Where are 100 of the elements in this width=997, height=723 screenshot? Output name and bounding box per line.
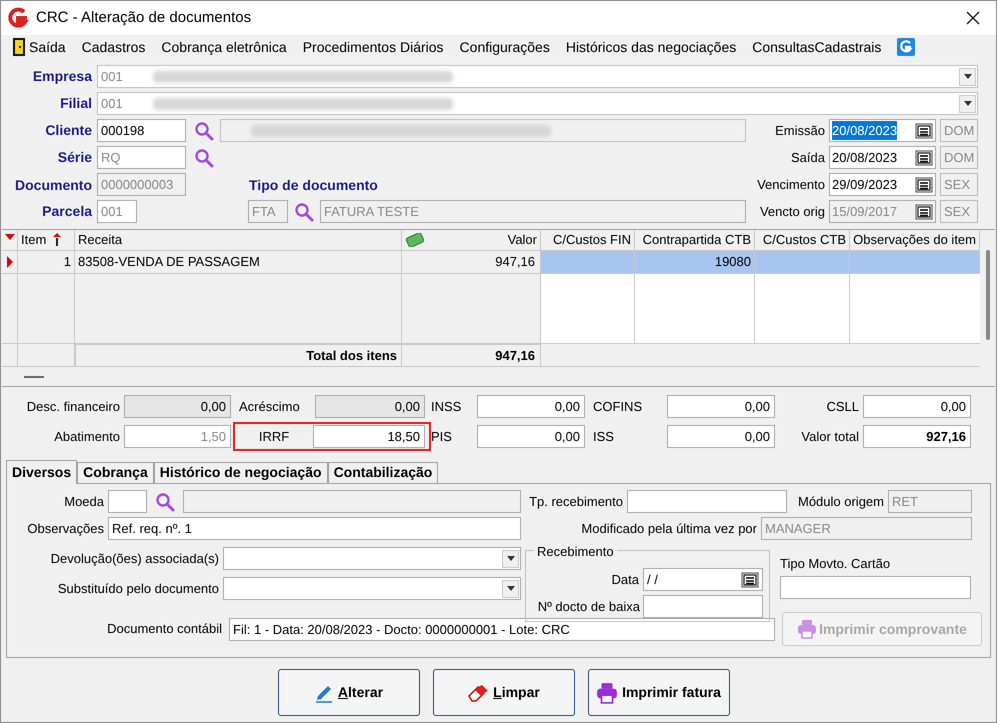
amount-field[interactable]: 0,00	[863, 395, 971, 418]
column-header[interactable]: C/Custos FIN	[541, 230, 635, 250]
search-icon[interactable]	[194, 148, 214, 168]
weekday-field: SEX	[940, 173, 978, 196]
field-label: Valor total	[800, 428, 860, 446]
dropdown-button[interactable]	[502, 550, 519, 568]
tab[interactable]: Diversos	[6, 460, 78, 484]
dropdown-button[interactable]	[502, 580, 519, 598]
caret-icon	[964, 101, 972, 106]
table-cell: 19080	[635, 251, 755, 273]
calendar-icon[interactable]	[741, 572, 759, 588]
amount-field[interactable]: 1,50	[124, 425, 231, 448]
field-label: Documento	[14, 176, 93, 195]
field-label: Cliente	[44, 121, 93, 140]
close-icon[interactable]	[966, 11, 980, 25]
field-label: Saída	[791, 148, 826, 167]
field-label: PIS	[430, 428, 453, 446]
code-field[interactable]: 000198	[97, 119, 186, 142]
amount-field[interactable]: 18,50	[313, 425, 425, 448]
amount-field[interactable]: 0,00	[477, 425, 585, 448]
app-logo-icon[interactable]	[897, 38, 916, 56]
table-cell: 1	[18, 251, 75, 273]
weekday-field: SEX	[940, 200, 978, 223]
splitter-handle[interactable]	[24, 376, 44, 378]
field-label: Tipo de documento	[249, 176, 378, 195]
field-label: Vencimento	[757, 176, 826, 194]
calendar-icon[interactable]	[915, 122, 933, 138]
amount-field[interactable]: 0,00	[477, 395, 585, 418]
combo-box[interactable]: 001	[97, 65, 978, 88]
date-field[interactable]: / /	[643, 568, 763, 591]
column-header[interactable]: C/Custos CTB	[755, 230, 850, 250]
card-type-field[interactable]	[780, 576, 971, 598]
weekday-field: DOM	[940, 119, 978, 142]
series-field[interactable]: RQ	[97, 146, 186, 169]
field-label: Acréscimo	[238, 398, 301, 416]
receipt-type-field[interactable]	[627, 490, 787, 513]
search-icon[interactable]	[294, 202, 314, 222]
tab[interactable]: Histórico de negociação	[154, 462, 328, 483]
action-button[interactable]: Limpar	[432, 669, 574, 716]
field-label: Vencto orig	[760, 202, 826, 221]
caret-icon	[506, 556, 514, 561]
field-label: Tipo Movto. Cartão	[780, 555, 892, 573]
calendar-icon[interactable]	[915, 150, 933, 166]
field-label: Data	[612, 570, 640, 589]
name-field[interactable]	[220, 119, 746, 142]
column-header[interactable]: Valor	[402, 230, 541, 250]
field-label: CSLL	[825, 398, 860, 416]
menu-item[interactable]: Históricos das negociações	[558, 36, 744, 58]
menu-item[interactable]: Saída	[5, 36, 74, 58]
dropdown-button[interactable]	[959, 68, 976, 86]
sort-arrow-icon[interactable]	[4, 234, 14, 240]
document-number-field[interactable]	[643, 595, 763, 618]
table-row[interactable]: 1 83508-VENDA DE PASSAGEM 947,16 19080	[2, 251, 980, 274]
search-icon[interactable]	[155, 492, 175, 512]
scrollbar[interactable]	[980, 230, 995, 386]
column-header[interactable]: Item	[18, 230, 75, 250]
currency-field[interactable]	[108, 490, 147, 513]
row-pointer-icon	[6, 256, 12, 268]
field-label: Documento contábil	[106, 620, 222, 638]
action-button[interactable]: Imprimir fatura	[588, 669, 730, 716]
amount-field[interactable]: 927,16	[863, 425, 971, 448]
caret-icon	[964, 74, 972, 79]
action-button[interactable]: Alterar	[278, 669, 420, 716]
column-header[interactable]: Contrapartida CTB	[635, 230, 755, 250]
date-field[interactable]: 20/08/2023	[829, 146, 936, 169]
menu-item[interactable]: Procedimentos Diários	[294, 36, 452, 58]
date-field[interactable]: 29/09/2023	[829, 173, 936, 196]
field-label: Parcela	[41, 202, 94, 221]
amount-field[interactable]: 0,00	[667, 395, 775, 418]
field-label: Módulo origem	[797, 492, 885, 511]
menu-item[interactable]: Cadastros	[74, 36, 154, 58]
field-label: Moeda	[63, 492, 105, 511]
menu-item[interactable]: Cobrança eletrônica	[153, 36, 295, 58]
date-field[interactable]: 20/08/2023	[829, 119, 936, 142]
tab[interactable]: Cobrança	[77, 462, 154, 483]
menu-item[interactable]: ConsultasCadastrais	[744, 36, 890, 58]
search-icon[interactable]	[194, 120, 214, 140]
field-label: Desc. financeiro	[26, 398, 121, 416]
tab[interactable]: Contabilização	[328, 462, 438, 483]
field-label: COFINS	[592, 398, 644, 416]
notes-field[interactable]: Ref. req. nº. 1	[108, 517, 521, 540]
field-label: Tp. recebimento	[528, 492, 624, 511]
weekday-field: DOM	[940, 146, 978, 169]
currency-name-field[interactable]	[183, 490, 521, 513]
field-label: Substituído pelo documento	[56, 580, 220, 598]
calendar-icon[interactable]	[915, 176, 933, 192]
field-label: Nº docto de baixa	[538, 598, 641, 616]
installment-field[interactable]: 001	[97, 200, 137, 223]
menu-item[interactable]: Configurações	[452, 36, 558, 58]
combo-box[interactable]: 001	[97, 92, 978, 115]
accounting-document-field[interactable]: Fil: 1 - Data: 20/08/2023 - Docto: 0000000001 - Lote: CRC	[229, 618, 775, 640]
field-label: Observações	[26, 520, 105, 538]
door-icon	[13, 38, 25, 56]
amount-field[interactable]: 0,00	[667, 425, 775, 448]
field-label: Série	[56, 148, 93, 167]
dropdown-button[interactable]	[959, 94, 976, 112]
money-icon	[405, 233, 425, 247]
field-label: INSS	[430, 398, 462, 416]
column-header[interactable]: Receita	[75, 230, 402, 250]
eraser-icon	[467, 684, 490, 702]
